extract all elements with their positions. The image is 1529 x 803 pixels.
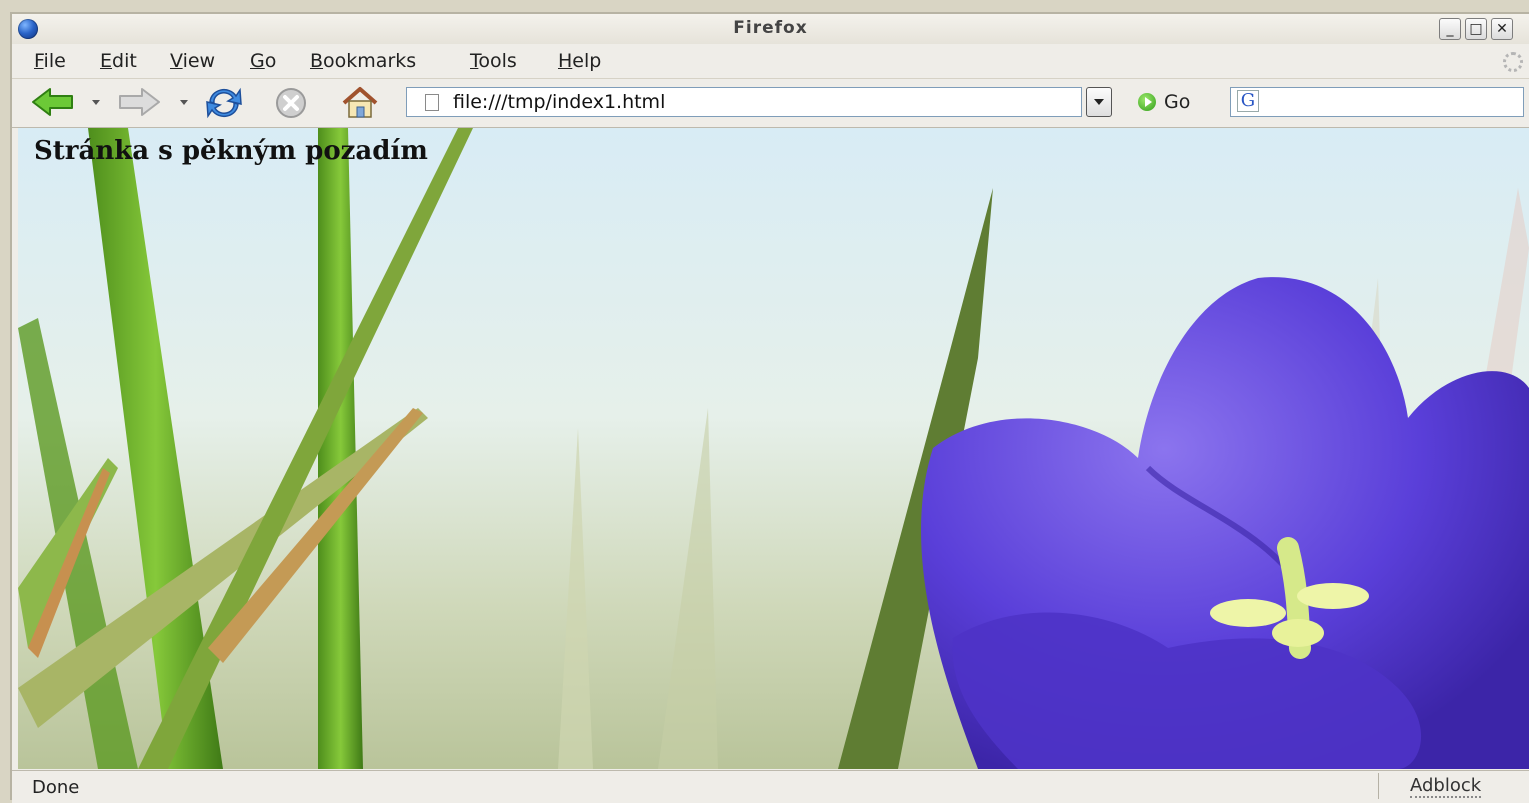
title-bar[interactable]: Firefox _ □ ✕ (12, 14, 1529, 44)
menu-help[interactable]: Help (558, 50, 601, 72)
maximize-button[interactable]: □ (1465, 18, 1487, 40)
menu-tools[interactable]: Tools (470, 50, 517, 72)
menu-view[interactable]: View (170, 50, 215, 72)
forward-history-dropdown[interactable] (180, 100, 188, 105)
forward-arrow-icon[interactable] (116, 86, 162, 118)
close-button[interactable]: ✕ (1491, 18, 1513, 40)
page-heading: Stránka s pěkným pozadím (34, 136, 428, 166)
home-icon[interactable] (340, 86, 380, 120)
menu-go[interactable]: Go (250, 50, 276, 72)
status-text: Done (32, 777, 80, 798)
go-label: Go (1164, 91, 1191, 113)
stop-icon[interactable] (274, 86, 308, 120)
navigation-toolbar: file:///tmp/index1.html Go G (12, 79, 1529, 128)
menu-file[interactable]: File (34, 50, 66, 72)
google-search-icon[interactable]: G (1237, 90, 1259, 112)
browser-window: Firefox _ □ ✕ File Edit View Go Bookmark… (10, 12, 1529, 803)
minimize-button[interactable]: _ (1439, 18, 1461, 40)
menu-bar: File Edit View Go Bookmarks Tools Help (12, 44, 1529, 79)
adblock-button[interactable]: Adblock (1410, 776, 1482, 798)
back-arrow-icon[interactable] (30, 86, 76, 118)
go-arrow-icon (1138, 93, 1156, 111)
search-input[interactable]: G (1230, 87, 1524, 117)
menu-bookmarks[interactable]: Bookmarks (310, 50, 416, 72)
status-divider (1378, 773, 1379, 799)
menu-edit[interactable]: Edit (100, 50, 137, 72)
background-image (18, 128, 1529, 769)
throbber-icon (1503, 52, 1523, 72)
page-content: Stránka s pěkným pozadím (18, 128, 1529, 769)
back-history-dropdown[interactable] (92, 100, 100, 105)
url-history-dropdown[interactable] (1086, 87, 1112, 117)
url-text[interactable]: file:///tmp/index1.html (453, 91, 665, 113)
reload-icon[interactable] (204, 86, 244, 120)
url-bar[interactable]: file:///tmp/index1.html (406, 87, 1082, 117)
window-title: Firefox (733, 18, 808, 38)
status-bar: Done Adblock (12, 770, 1529, 803)
page-icon (425, 94, 439, 111)
